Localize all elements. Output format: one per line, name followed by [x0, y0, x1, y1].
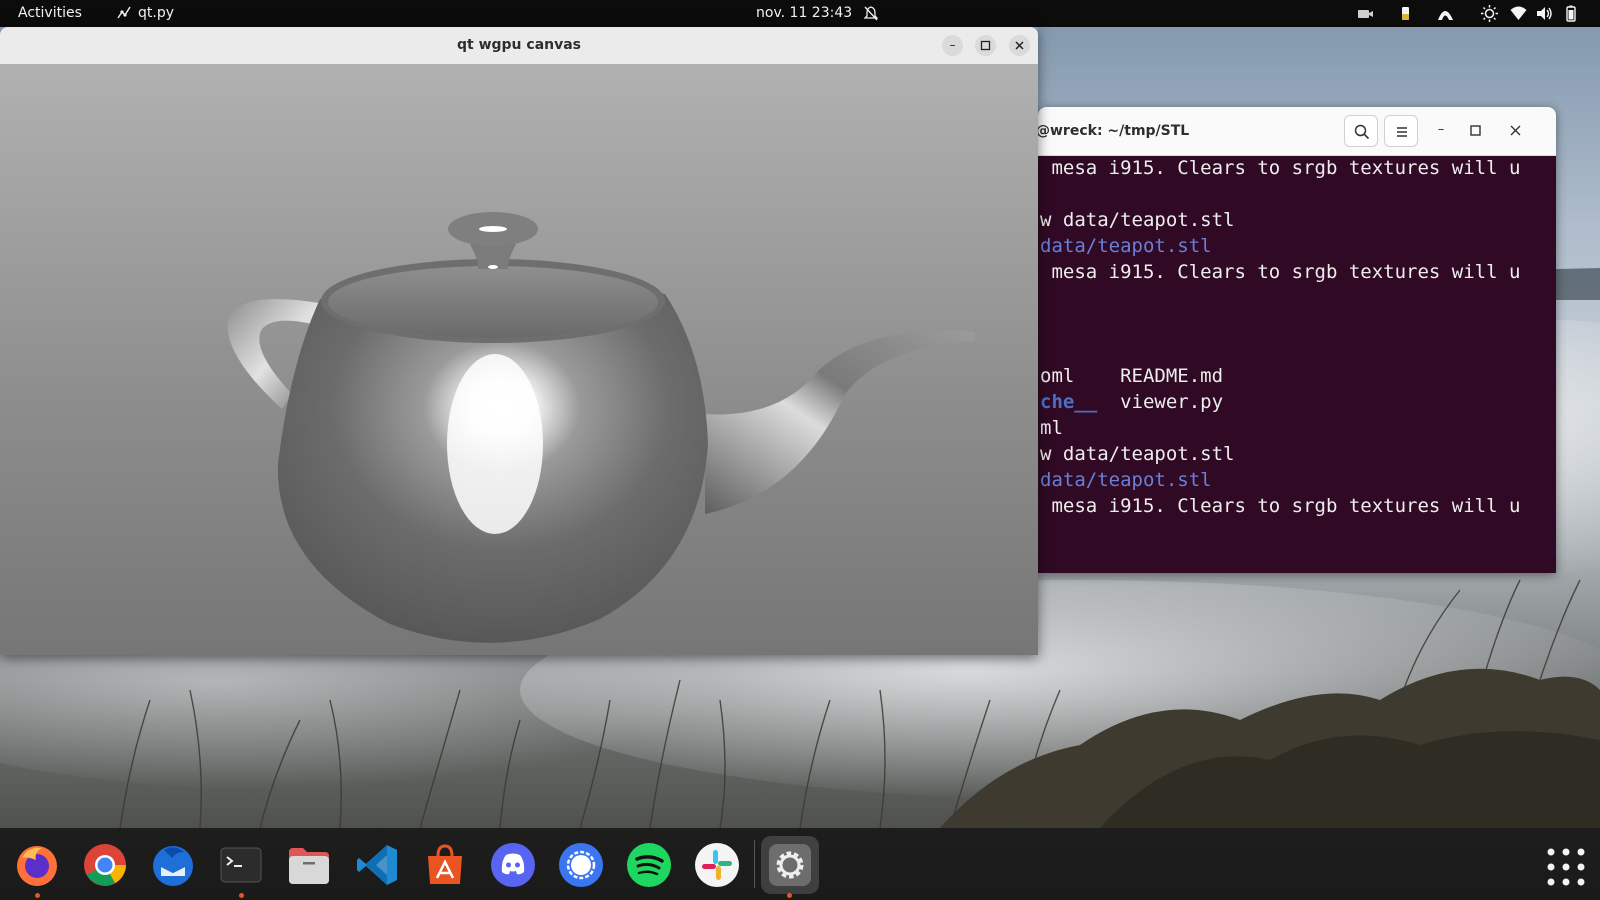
thunderbird-icon[interactable]: [150, 842, 196, 888]
qt-window-title: qt wgpu canvas: [456, 37, 582, 53]
terminal-maximize-button[interactable]: [1470, 125, 1481, 136]
wgpu-canvas[interactable]: [0, 64, 1038, 655]
qt-wgpu-window[interactable]: qt wgpu canvas –: [0, 27, 1038, 655]
search-button[interactable]: [1344, 115, 1378, 147]
dock: [0, 828, 1600, 900]
activities-button[interactable]: Activities: [18, 0, 82, 27]
terminal-line: ml: [1040, 417, 1063, 439]
terminal-icon[interactable]: [218, 842, 264, 888]
terminal-line: mesa i915. Clears to srgb textures will …: [1040, 261, 1521, 283]
terminal-minimize-button[interactable]: –: [1430, 122, 1452, 137]
terminal-header-bar[interactable]: @wreck: ~/tmp/STL –: [1038, 107, 1556, 156]
terminal-line: che__ viewer.py: [1040, 390, 1223, 414]
terminal-line: data/teapot.stl: [1040, 469, 1212, 491]
terminal-line: mesa i915. Clears to srgb textures will …: [1040, 495, 1521, 517]
directory-name: che__: [1040, 391, 1098, 413]
volume-icon[interactable]: [1536, 5, 1553, 22]
terminal-title: @wreck: ~/tmp/STL: [1038, 123, 1190, 139]
menu-button[interactable]: [1384, 115, 1418, 147]
spotify-icon[interactable]: [626, 842, 672, 888]
notifications-off-icon: [864, 6, 878, 21]
terminal-line: data/teapot.stl: [1040, 235, 1212, 257]
show-applications-icon[interactable]: [1543, 844, 1589, 890]
files-icon[interactable]: [286, 842, 332, 888]
clock[interactable]: nov. 11 23:43: [756, 0, 852, 27]
app-menu[interactable]: qt.py: [116, 0, 174, 27]
battery-low-icon[interactable]: [1397, 5, 1414, 22]
terminal-line: oml README.md: [1040, 365, 1224, 387]
qt-window-titlebar[interactable]: qt wgpu canvas –: [0, 27, 1038, 65]
discord-icon[interactable]: [490, 842, 536, 888]
terminal-line: w data/teapot.stl: [1040, 443, 1235, 465]
running-indicator: [239, 893, 244, 898]
slack-icon[interactable]: [694, 842, 740, 888]
settings-icon[interactable]: [767, 842, 813, 888]
app-center-icon[interactable]: [422, 842, 468, 888]
qt-maximize-button[interactable]: [975, 35, 996, 56]
brightness-icon[interactable]: [1481, 5, 1498, 22]
camera-icon[interactable]: [1357, 5, 1374, 22]
app-menu-icon: [117, 6, 131, 19]
accessibility-icon[interactable]: [1437, 5, 1454, 22]
chrome-icon[interactable]: [82, 842, 128, 888]
wifi-icon[interactable]: [1510, 5, 1527, 22]
terminal-output[interactable]: mesa i915. Clears to srgb textures will …: [1038, 155, 1556, 573]
terminal-line: mesa i915. Clears to srgb textures will …: [1040, 157, 1521, 179]
vscode-icon[interactable]: [354, 842, 400, 888]
battery-icon[interactable]: [1562, 5, 1579, 22]
top-bar: Activities qt.py nov. 11 23:43: [0, 0, 1600, 27]
teapot-render: [227, 212, 975, 643]
dock-separator: [754, 840, 755, 888]
hamburger-menu-icon: [1397, 127, 1407, 137]
running-indicator: [35, 893, 40, 898]
qt-close-button[interactable]: [1009, 35, 1030, 56]
terminal-close-button[interactable]: [1510, 125, 1521, 136]
file-name: viewer.py: [1097, 391, 1224, 413]
app-menu-label: qt.py: [138, 5, 174, 21]
terminal-line: w data/teapot.stl: [1040, 209, 1235, 231]
firefox-icon[interactable]: [14, 842, 60, 888]
running-indicator: [787, 893, 792, 898]
qt-minimize-button[interactable]: –: [942, 35, 963, 56]
search-icon: [1354, 124, 1370, 140]
signal-icon[interactable]: [558, 842, 604, 888]
terminal-window[interactable]: @wreck: ~/tmp/STL – mesa i915. Clears to…: [1038, 107, 1556, 573]
